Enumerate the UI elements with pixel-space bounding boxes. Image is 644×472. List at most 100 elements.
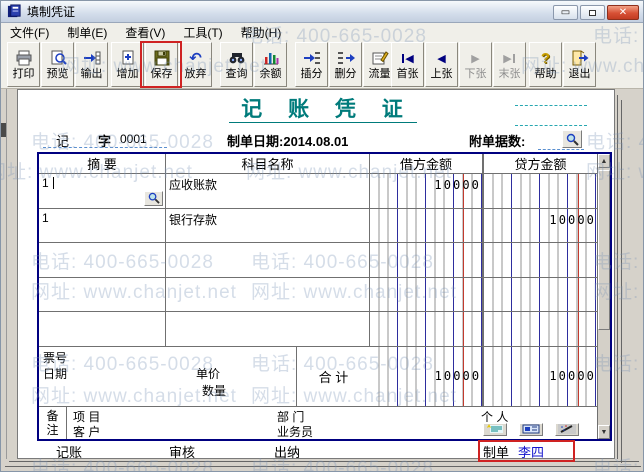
- delete-split-button[interactable]: 删分: [329, 42, 362, 87]
- summary-cell[interactable]: [39, 278, 166, 312]
- table-row[interactable]: [39, 278, 597, 313]
- menu-view[interactable]: 查看(V): [116, 23, 174, 42]
- account-cell[interactable]: 应收账款: [166, 174, 370, 208]
- header-debit: 借方金额: [370, 154, 482, 173]
- customer-label[interactable]: 客 户: [73, 423, 100, 440]
- flow-icon: [371, 50, 389, 67]
- debit-amount-cell[interactable]: [370, 312, 482, 346]
- minimize-button[interactable]: ▭: [553, 5, 578, 20]
- debit-amount-cell[interactable]: 10000: [370, 174, 482, 208]
- menu-bar: 文件(F) 制单(E) 查看(V) 工具(T) 帮助(H): [1, 23, 644, 41]
- table-row[interactable]: 1 应收账款 10000: [39, 174, 597, 209]
- exit-icon: [571, 50, 589, 67]
- abandon-button[interactable]: ↶ 放弃: [179, 42, 212, 87]
- dashed-underline: [538, 149, 584, 150]
- menu-voucher[interactable]: 制单(E): [58, 23, 116, 42]
- print-button[interactable]: 打印: [7, 42, 40, 87]
- total-debit-cell: 10000: [370, 347, 482, 406]
- ticket-no-label: 票号: [43, 349, 67, 366]
- close-button[interactable]: ✕: [607, 5, 639, 20]
- stacked-page-edge: [5, 466, 641, 467]
- scroll-up-button[interactable]: ▲: [598, 154, 610, 168]
- salesman-label[interactable]: 业务员: [277, 423, 313, 440]
- note-icon[interactable]: [483, 423, 507, 436]
- voucher-number[interactable]: 0001: [120, 132, 147, 146]
- menu-help[interactable]: 帮助(H): [232, 23, 291, 42]
- help-icon: ?: [541, 50, 550, 67]
- table-row[interactable]: [39, 312, 597, 347]
- undo-icon: ↶: [189, 50, 202, 67]
- table-row[interactable]: 1 银行存款 10000: [39, 209, 597, 244]
- card-icon[interactable]: [519, 423, 543, 436]
- save-icon: [153, 50, 171, 67]
- wand-icon[interactable]: [555, 423, 579, 436]
- export-icon: [83, 50, 101, 67]
- summary-cell[interactable]: [39, 312, 166, 346]
- save-button[interactable]: 保存: [145, 42, 178, 87]
- scrollbar-thumb[interactable]: [598, 170, 610, 330]
- cashier-label: 出纳: [274, 442, 300, 461]
- binoculars-icon: [228, 50, 246, 67]
- attachment-count-label: 附单据数:: [469, 131, 525, 150]
- remark-label: 备注: [39, 407, 67, 439]
- preview-button[interactable]: 预览: [41, 42, 74, 87]
- stacked-page-edge: [621, 100, 622, 463]
- summary-cell[interactable]: 1: [39, 209, 166, 243]
- header-summary: 摘 要: [39, 154, 166, 173]
- vertical-scrollbar[interactable]: ▲ ▼: [597, 154, 610, 439]
- menu-tools[interactable]: 工具(T): [174, 23, 231, 42]
- account-cell[interactable]: 银行存款: [166, 209, 370, 243]
- insert-split-button[interactable]: 插分: [295, 42, 328, 87]
- first-page-button[interactable]: ◀ 首张: [391, 42, 424, 87]
- table-header-row: 摘 要 科目名称 借方金额 贷方金额: [39, 154, 597, 174]
- table-row[interactable]: [39, 243, 597, 278]
- exit-button[interactable]: 退出: [563, 42, 596, 87]
- quantity-label: 数量: [202, 382, 226, 399]
- header-account: 科目名称: [166, 154, 370, 173]
- dashed-line: [515, 125, 587, 126]
- voucher-entry-window: 填制凭证 ▭ ✕ 文件(F) 制单(E) 查看(V) 工具(T) 帮助(H) 打…: [0, 0, 644, 472]
- menu-file[interactable]: 文件(F): [1, 23, 58, 42]
- preparer-label: 制单: [483, 442, 509, 461]
- account-cell[interactable]: [166, 278, 370, 312]
- total-row: 票号 日期 单价 数量 合 计 10000 10000: [39, 347, 597, 407]
- scroll-down-button[interactable]: ▼: [598, 425, 610, 439]
- attachment-search-button[interactable]: [562, 130, 582, 148]
- account-cell[interactable]: [166, 312, 370, 346]
- credit-amount-cell[interactable]: [484, 174, 597, 208]
- title-bar[interactable]: 填制凭证 ▭ ✕: [1, 1, 644, 23]
- account-cell[interactable]: [166, 243, 370, 277]
- app-icon: [7, 4, 22, 19]
- last-page-icon: ▶: [503, 50, 515, 67]
- dashed-underline: [43, 147, 113, 148]
- debit-amount-cell[interactable]: [370, 243, 482, 277]
- magnifier-icon: [565, 133, 579, 146]
- add-button[interactable]: 增加: [111, 42, 144, 87]
- restore-icon: [589, 10, 596, 16]
- help-button[interactable]: ? 帮助: [529, 42, 562, 87]
- debit-amount-cell[interactable]: [370, 278, 482, 312]
- query-button[interactable]: 查询: [220, 42, 253, 87]
- summary-cell[interactable]: 1: [39, 174, 166, 208]
- balance-button[interactable]: 余额: [254, 42, 287, 87]
- auditor-label: 审核: [169, 442, 195, 461]
- credit-amount-cell[interactable]: 10000: [484, 209, 597, 243]
- restore-button[interactable]: [580, 5, 605, 20]
- delete-split-icon: [337, 50, 355, 67]
- stacked-page-edge: [617, 95, 618, 459]
- summary-search-button[interactable]: [144, 191, 163, 206]
- credit-amount-cell[interactable]: [484, 312, 597, 346]
- prepared-date: 制单日期:2014.08.01: [227, 131, 348, 150]
- export-button[interactable]: 输出: [75, 42, 108, 87]
- dashed-line: [515, 105, 587, 106]
- debit-amount-cell[interactable]: [370, 209, 482, 243]
- credit-amount-cell[interactable]: [484, 278, 597, 312]
- summary-cell[interactable]: [39, 243, 166, 277]
- dashed-underline: [115, 147, 167, 148]
- last-page-button: ▶ 末张: [493, 42, 526, 87]
- preparer-name: 李四: [518, 442, 544, 461]
- unit-price-label: 单价: [196, 365, 220, 382]
- credit-amount-cell[interactable]: [484, 243, 597, 277]
- balance-chart-icon: [262, 50, 280, 67]
- prev-page-button[interactable]: ◀ 上张: [425, 42, 458, 87]
